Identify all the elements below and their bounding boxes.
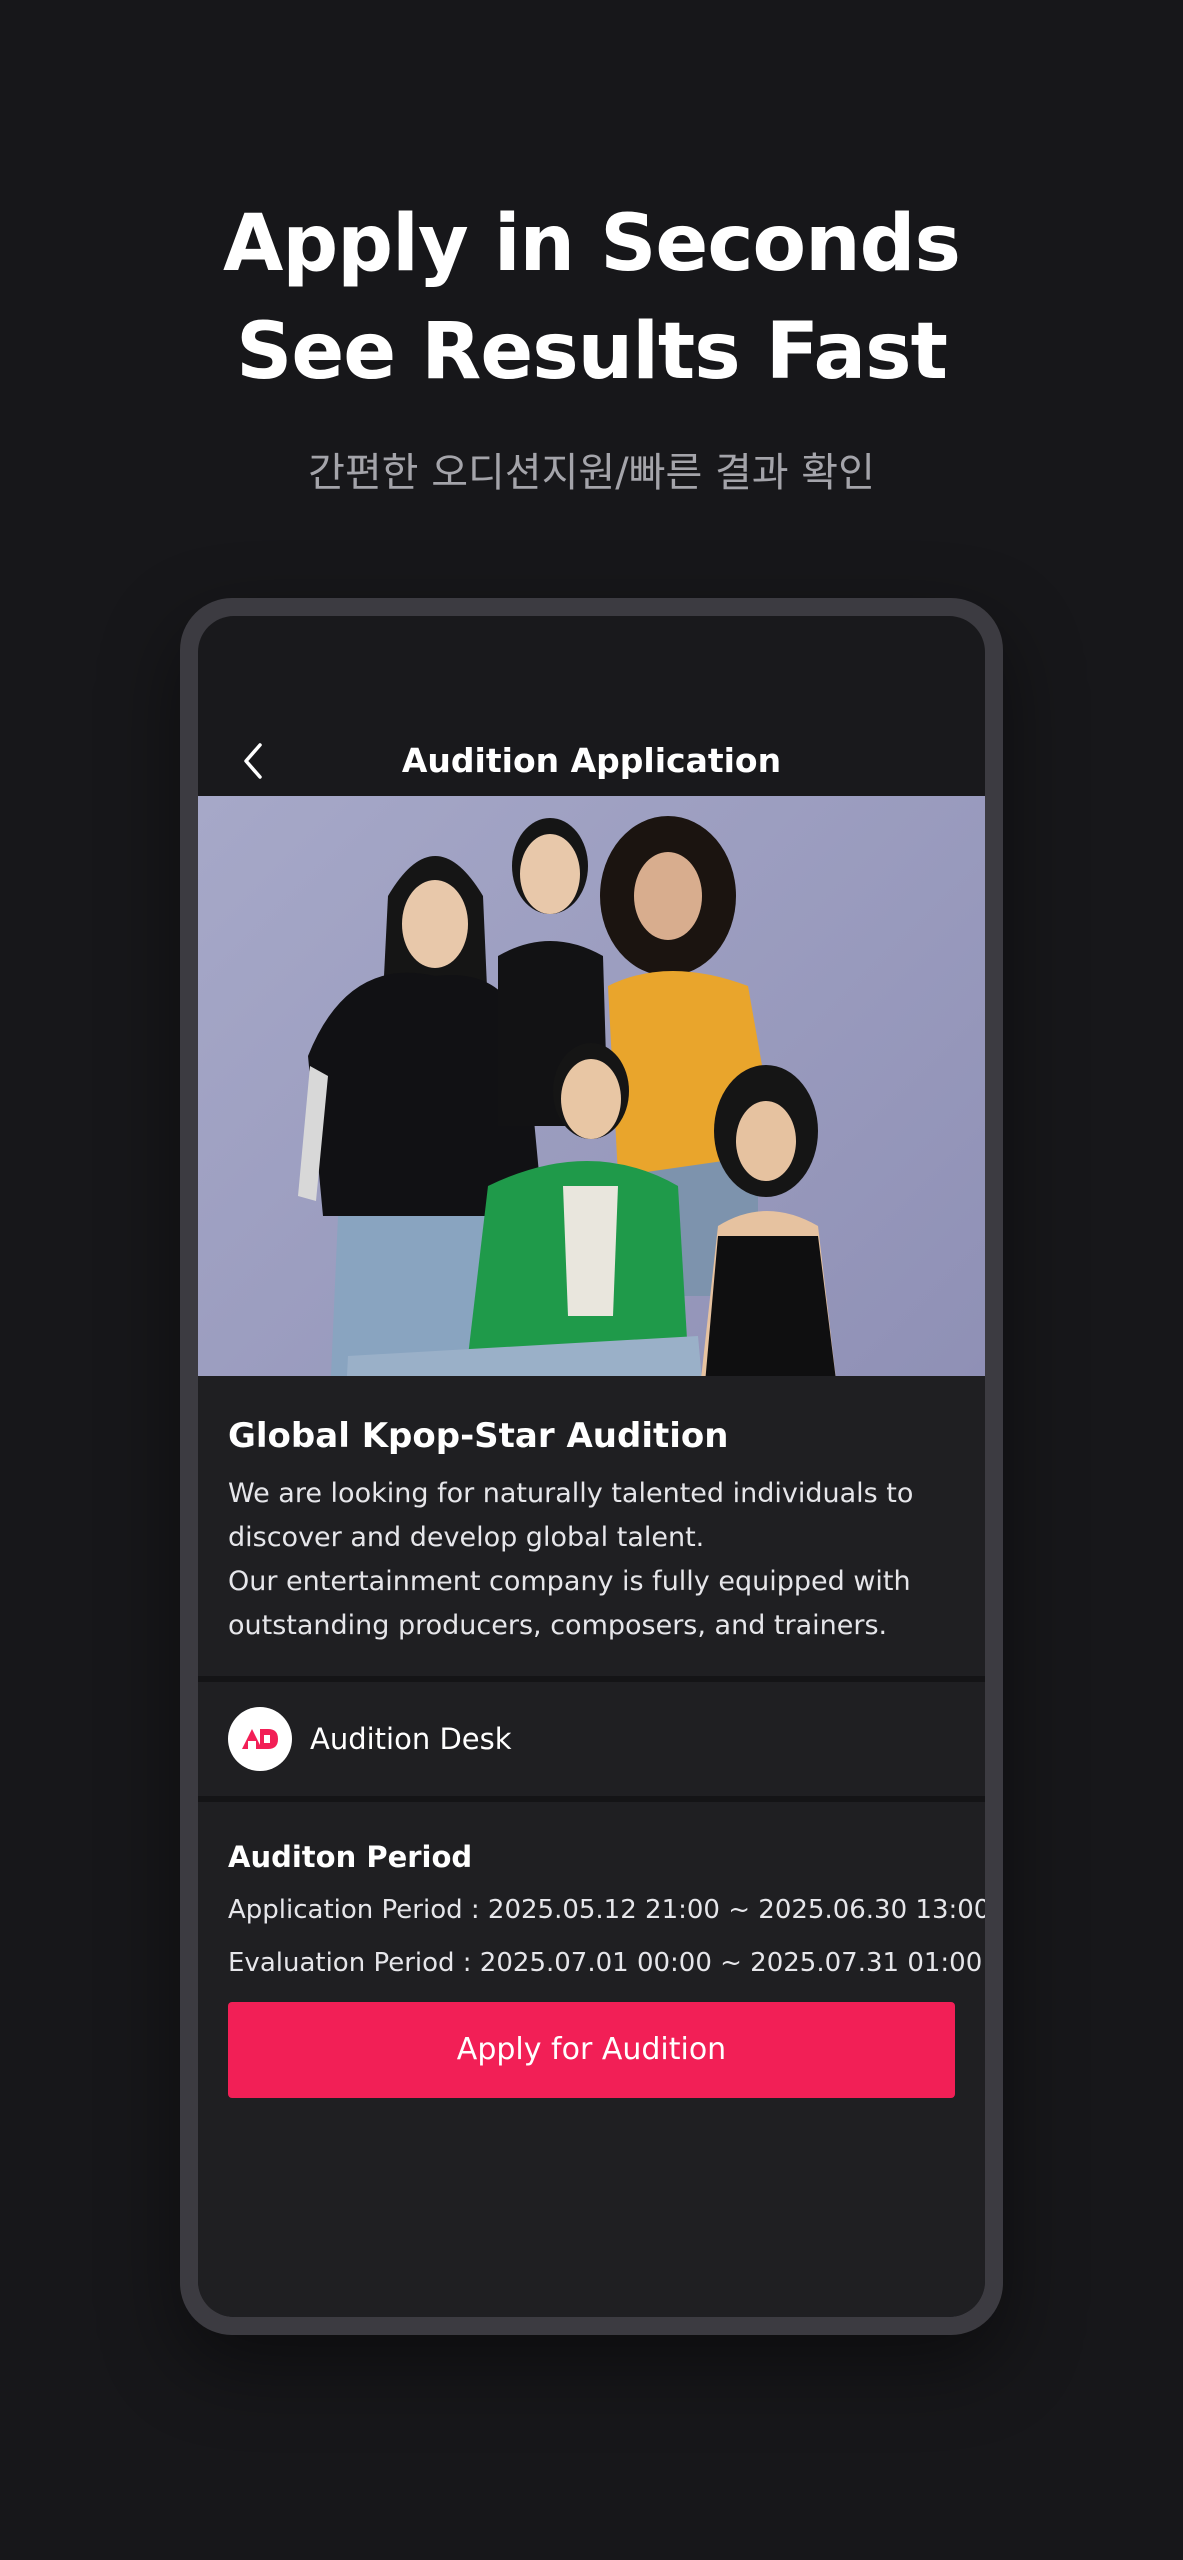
period-title: Auditon Period [228,1840,473,1874]
hero-title: Apply in Seconds See Results Fast [0,190,1183,406]
hero-title-line2: See Results Fast [236,307,948,397]
description-line: discover and develop global talent. [228,1522,705,1553]
organizer-row[interactable]: Audition Desk [198,1682,985,1796]
back-button[interactable] [228,731,278,791]
application-period: Application Period : 2025.05.12 21:00 ~ … [228,1895,985,1925]
evaluation-period: Evaluation Period : 2025.07.01 00:00 ~ 2… [228,1948,983,1978]
audition-description: We are looking for naturally talented in… [228,1472,948,1648]
phone-frame: Audition Application Global Kpop-Star Au… [180,598,1003,2335]
hero-section: Apply in Seconds See Results Fast 간편한 오디… [0,190,1183,498]
description-line: Our entertainment company is fully equip… [228,1566,911,1597]
description-line: We are looking for naturally talented in… [228,1478,914,1509]
description-line: outstanding producers, composers, and tr… [228,1610,888,1641]
chevron-left-icon [244,743,262,779]
audition-info: Global Kpop-Star Audition We are looking… [198,1376,985,1676]
hero-title-line1: Apply in Seconds [223,199,961,289]
organizer-name: Audition Desk [310,1722,512,1756]
audition-desk-logo [228,1707,292,1771]
hero-subtitle: 간편한 오디션지원/빠른 결과 확인 [308,450,875,496]
audition-title: Global Kpop-Star Audition [228,1416,729,1456]
audition-period-section: Auditon Period Application Period : 2025… [198,1802,985,2317]
phone-screen: Audition Application Global Kpop-Star Au… [198,616,985,2317]
apply-button[interactable]: Apply for Audition [228,2002,955,2098]
